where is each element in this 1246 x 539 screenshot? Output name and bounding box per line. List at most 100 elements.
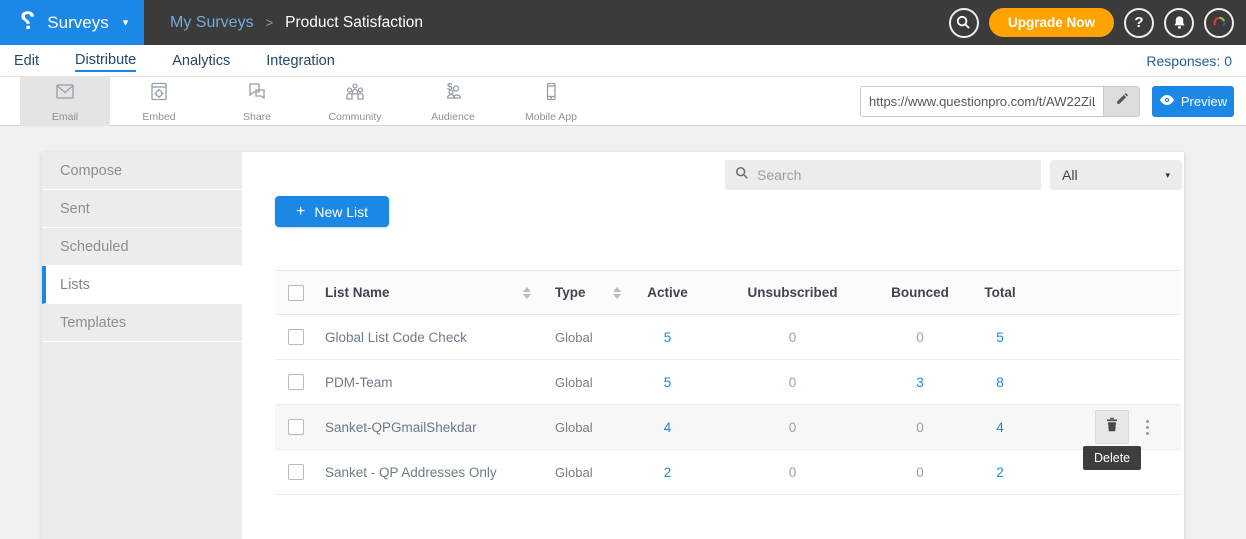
edit-url-button[interactable]	[1103, 87, 1139, 116]
breadcrumb-my-surveys[interactable]: My Surveys	[170, 14, 254, 32]
table-row: PDM-Team Global 5 0 3 8	[275, 360, 1181, 405]
breadcrumb-current-survey: Product Satisfaction	[285, 14, 423, 32]
tool-share[interactable]: Share	[208, 77, 306, 126]
total-count[interactable]: 4	[955, 405, 1045, 450]
survey-url-field	[860, 86, 1140, 117]
table-row: Global List Code Check Global 5 0 0 5	[275, 315, 1181, 360]
search-icon	[735, 166, 749, 185]
table-header-row: List Name Type Active Unsubscribed Bounc…	[275, 271, 1181, 315]
bounced-count[interactable]: 0	[885, 315, 955, 360]
lists-panel: Compose Sent Scheduled Lists Templates A…	[42, 152, 1184, 539]
select-checkbox[interactable]	[288, 329, 304, 345]
search-input[interactable]	[757, 167, 1031, 183]
chevron-down-icon: ▾	[123, 16, 129, 29]
sidebar-item-scheduled[interactable]: Scheduled	[42, 228, 242, 266]
tab-integration[interactable]: Integration	[266, 51, 335, 71]
tool-mobile-app[interactable]: Mobile App	[502, 77, 600, 126]
total-count[interactable]: 5	[955, 315, 1045, 360]
col-bounced: Bounced	[885, 271, 955, 315]
search-icon[interactable]	[949, 8, 979, 38]
responses-count[interactable]: Responses: 0	[1146, 53, 1232, 69]
email-lists-table: List Name Type Active Unsubscribed Bounc…	[275, 270, 1181, 495]
tool-embed[interactable]: Embed	[110, 77, 208, 126]
select-checkbox[interactable]	[288, 419, 304, 435]
tab-analytics[interactable]: Analytics	[172, 51, 230, 71]
lists-main: All ▾ + New List List Name	[242, 152, 1184, 539]
active-count[interactable]: 2	[635, 450, 700, 495]
total-count[interactable]: 8	[955, 360, 1045, 405]
topbar-actions: Upgrade Now ?	[949, 0, 1234, 45]
svg-text:$: $	[447, 82, 453, 93]
select-checkbox[interactable]	[288, 374, 304, 390]
tool-email[interactable]: Email	[20, 77, 110, 126]
tab-distribute[interactable]: Distribute	[75, 50, 136, 72]
table-row-hovered: Sanket-QPGmailShekdar Global 4 0 0 4	[275, 405, 1181, 450]
survey-url-input[interactable]	[861, 87, 1103, 116]
unsubscribed-count[interactable]: 0	[700, 450, 885, 495]
delete-list-button[interactable]	[1095, 410, 1129, 444]
product-switcher[interactable]: ? Surveys ▾	[0, 0, 144, 45]
tool-community[interactable]: Community	[306, 77, 404, 126]
mobile-app-icon	[539, 81, 563, 108]
select-checkbox[interactable]	[288, 464, 304, 480]
list-name-link[interactable]: Global List Code Check	[315, 315, 545, 360]
tab-edit[interactable]: Edit	[14, 51, 39, 71]
list-type: Global	[545, 450, 635, 495]
distribute-toolbar: Email Embed Share Community $ Audience M…	[0, 77, 1246, 126]
unsubscribed-count[interactable]: 0	[700, 360, 885, 405]
app-window: ? Surveys ▾ My Surveys > Product Satisfa…	[0, 0, 1246, 539]
select-all-checkbox[interactable]	[288, 285, 304, 301]
col-list-name: List Name	[325, 285, 390, 300]
distribute-sidebar: Compose Sent Scheduled Lists Templates	[42, 152, 242, 539]
eye-icon	[1159, 94, 1175, 109]
list-filter-dropdown[interactable]: All ▾	[1050, 160, 1182, 190]
share-icon	[245, 81, 269, 108]
list-type: Global	[545, 315, 635, 360]
unsubscribed-count[interactable]: 0	[700, 315, 885, 360]
top-bar: ? Surveys ▾ My Surveys > Product Satisfa…	[0, 0, 1246, 45]
col-type: Type	[555, 285, 586, 300]
unsubscribed-count[interactable]: 0	[700, 405, 885, 450]
col-active: Active	[635, 271, 700, 315]
audience-icon: $	[441, 81, 465, 108]
row-menu-icon[interactable]	[1142, 416, 1153, 439]
list-name-link[interactable]: Sanket - QP Addresses Only	[315, 450, 545, 495]
plus-icon: +	[296, 204, 305, 220]
bounced-count[interactable]: 0	[885, 405, 955, 450]
questionpro-logo-icon: ?	[20, 9, 35, 34]
pencil-icon	[1115, 92, 1129, 111]
bounced-count[interactable]: 3	[885, 360, 955, 405]
sort-icon[interactable]	[523, 287, 531, 299]
upgrade-now-button[interactable]: Upgrade Now	[989, 8, 1114, 37]
chevron-down-icon: ▾	[1165, 170, 1170, 181]
embed-icon	[147, 81, 171, 108]
sort-icon[interactable]	[613, 287, 621, 299]
survey-nav: Edit Distribute Analytics Integration Re…	[0, 45, 1246, 77]
search-field	[725, 160, 1041, 190]
sidebar-item-lists[interactable]: Lists	[42, 266, 242, 304]
product-name: Surveys	[47, 13, 108, 33]
tool-audience[interactable]: $ Audience	[404, 77, 502, 126]
breadcrumb: My Surveys > Product Satisfaction	[170, 14, 423, 32]
total-count[interactable]: 2	[955, 450, 1045, 495]
email-icon	[53, 81, 77, 108]
sidebar-item-sent[interactable]: Sent	[42, 190, 242, 228]
active-count[interactable]: 5	[635, 360, 700, 405]
list-name-link[interactable]: PDM-Team	[315, 360, 545, 405]
sidebar-item-templates[interactable]: Templates	[42, 304, 242, 342]
delete-tooltip: Delete	[1083, 446, 1141, 470]
notifications-bell-icon[interactable]	[1164, 8, 1194, 38]
sidebar-item-compose[interactable]: Compose	[42, 152, 242, 190]
list-name-link[interactable]: Sanket-QPGmailShekdar	[315, 405, 545, 450]
list-type: Global	[545, 405, 635, 450]
new-list-button[interactable]: + New List	[275, 196, 389, 227]
breadcrumb-separator: >	[266, 15, 274, 30]
community-icon	[343, 81, 367, 108]
preview-button[interactable]: Preview	[1152, 86, 1234, 117]
active-count[interactable]: 4	[635, 405, 700, 450]
help-icon[interactable]: ?	[1124, 8, 1154, 38]
active-count[interactable]: 5	[635, 315, 700, 360]
account-avatar[interactable]	[1204, 8, 1234, 38]
trash-icon	[1104, 416, 1120, 438]
bounced-count[interactable]: 0	[885, 450, 955, 495]
